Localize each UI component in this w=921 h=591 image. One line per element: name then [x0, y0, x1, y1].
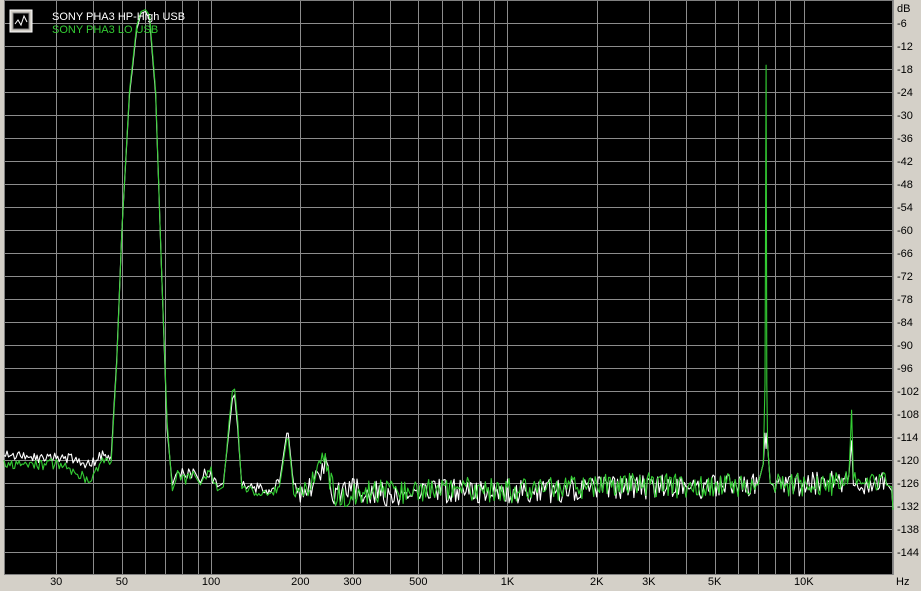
y-tick-label: -84: [897, 317, 913, 329]
x-tick-label: 3K: [642, 576, 656, 588]
y-tick-label: -36: [897, 133, 913, 145]
x-tick-label: 100: [202, 576, 220, 588]
y-tick-label: -42: [897, 156, 913, 168]
y-tick-label: -144: [897, 547, 919, 559]
y-tick-label: -12: [897, 41, 913, 53]
y-tick-label: -24: [897, 87, 913, 99]
y-tick-label: -72: [897, 271, 913, 283]
y-tick-label: -54: [897, 202, 913, 214]
y-tick-label: -138: [897, 524, 919, 536]
spectrum-chart: 30 50 100 200 300 500 1K 2K 3K 5K 10K -6 -12 -18 -24 -…: [0, 0, 921, 591]
y-tick-label: -18: [897, 64, 913, 76]
x-tick-label: 50: [116, 576, 128, 588]
y-tick-label: -6: [897, 18, 907, 30]
x-tick-label: 1K: [501, 576, 515, 588]
y-axis-unit-label: dB: [897, 3, 910, 15]
legend-entry-2: SONY PHA3 LO USB: [52, 24, 158, 36]
legend-entry-1: SONY PHA3 HP-High USB: [52, 11, 185, 23]
x-axis-unit-label: Hz: [896, 576, 909, 588]
y-tick-label: -60: [897, 225, 913, 237]
x-tick-label: 500: [409, 576, 427, 588]
y-tick-label: -102: [897, 386, 919, 398]
y-tick-label: -114: [897, 432, 918, 444]
x-tick-label: 10K: [794, 576, 814, 588]
y-tick-label: -78: [897, 294, 913, 306]
y-tick-label: -126: [897, 478, 919, 490]
y-tick-label: -30: [897, 110, 913, 122]
y-tick-label: -66: [897, 248, 913, 260]
y-tick-label: -120: [897, 455, 919, 467]
x-tick-label: 5K: [708, 576, 722, 588]
y-tick-label: -108: [897, 409, 919, 421]
x-tick-label: 300: [343, 576, 361, 588]
y-tick-label: -132: [897, 501, 919, 513]
x-tick-label: 2K: [590, 576, 604, 588]
y-tick-label: -96: [897, 363, 913, 375]
y-tick-label: -90: [897, 340, 913, 352]
x-tick-label: 30: [50, 576, 62, 588]
x-tick-label: 200: [291, 576, 309, 588]
y-tick-label: -48: [897, 179, 913, 191]
plot-area: [4, 0, 893, 575]
